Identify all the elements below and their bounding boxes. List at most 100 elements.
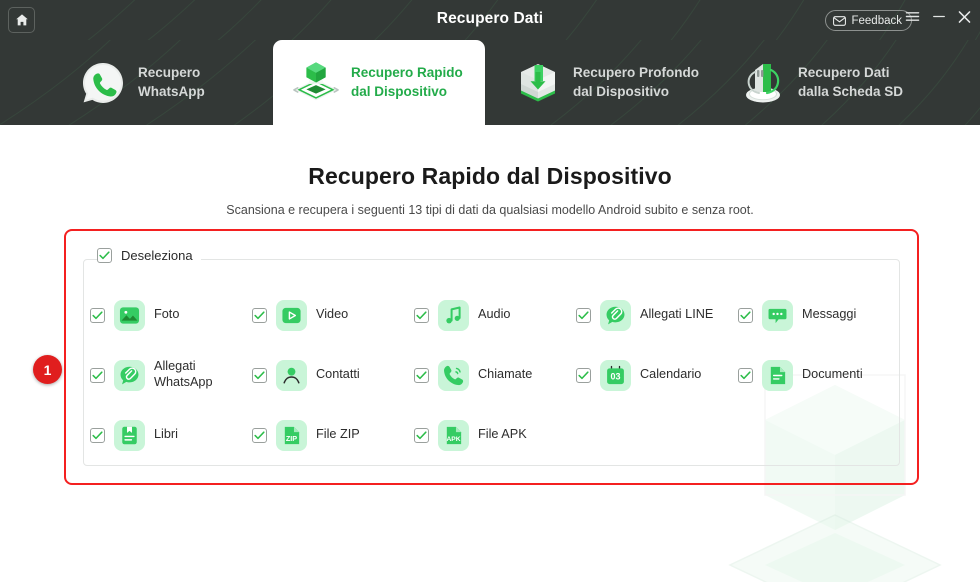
contacts-person-icon bbox=[276, 359, 307, 391]
checkbox-allegati-whatsapp[interactable] bbox=[90, 367, 105, 383]
feedback-label: Feedback bbox=[851, 14, 902, 27]
photo-icon bbox=[114, 299, 145, 331]
data-type-item-video[interactable]: Video bbox=[252, 299, 414, 331]
data-type-label: Audio bbox=[478, 307, 511, 322]
data-type-label: Chiamate bbox=[478, 367, 533, 382]
deep-recovery-box-icon bbox=[513, 58, 563, 108]
data-types-grid: Foto Video Audio Allegati LINE Messaggi … bbox=[90, 285, 900, 465]
data-type-label: File ZIP bbox=[316, 427, 360, 442]
checkmark-icon bbox=[416, 310, 427, 319]
books-icon bbox=[114, 419, 145, 451]
app-window: Recupero Dati Feedback Recupero WhatsApp… bbox=[0, 0, 980, 582]
whatsapp-phone-icon bbox=[78, 58, 128, 108]
data-type-label: Foto bbox=[154, 307, 180, 322]
checkmark-icon bbox=[740, 310, 751, 319]
page-title: Recupero Rapido dal Dispositivo bbox=[308, 163, 672, 189]
tab-recupero-rapido-dal-dispositivo[interactable]: Recupero Rapido dal Dispositivo bbox=[273, 40, 485, 125]
audio-note-icon bbox=[438, 299, 469, 331]
data-type-label: Messaggi bbox=[802, 307, 857, 322]
main-content: Recupero Rapido dal Dispositivo Scansion… bbox=[0, 125, 980, 582]
tab-label: Recupero Profondo dal Dispositivo bbox=[573, 64, 700, 99]
feedback-button[interactable]: Feedback bbox=[825, 10, 912, 31]
checkbox-file-apk[interactable] bbox=[414, 427, 429, 443]
checkbox-foto[interactable] bbox=[90, 307, 105, 323]
data-type-label: Calendario bbox=[640, 367, 702, 382]
apk-label-text: APK bbox=[446, 435, 460, 442]
data-type-item-file-apk[interactable]: APK File APK bbox=[414, 419, 576, 451]
tab-recupero-profondo-dal-dispositivo[interactable]: Recupero Profondo dal Dispositivo bbox=[495, 40, 715, 125]
sd-card-icon bbox=[738, 58, 788, 108]
menu-button[interactable] bbox=[905, 9, 920, 24]
data-type-item-file-zip[interactable]: ZIP File ZIP bbox=[252, 419, 414, 451]
title-bar: Recupero Dati Feedback bbox=[0, 0, 980, 40]
data-type-item-libri[interactable]: Libri bbox=[90, 419, 252, 451]
envelope-icon bbox=[833, 15, 847, 26]
data-types-row: Allegati WhatsApp Contatti Chiamate 03 C… bbox=[90, 345, 900, 405]
checkmark-icon bbox=[92, 310, 103, 319]
page-subtitle: Scansiona e recupera i seguenti 13 tipi … bbox=[226, 203, 754, 217]
tab-recupero-whatsapp[interactable]: Recupero WhatsApp bbox=[60, 40, 265, 125]
data-type-item-contatti[interactable]: Contatti bbox=[252, 359, 414, 391]
select-all-label: Deseleziona bbox=[121, 247, 193, 263]
tab-bar: Recupero WhatsApp Recupero Rapido dal Di… bbox=[0, 40, 980, 125]
data-type-item-messaggi[interactable]: Messaggi bbox=[738, 299, 900, 331]
checkmark-icon bbox=[416, 430, 427, 439]
checkmark-icon bbox=[578, 370, 589, 379]
data-type-item-allegati-whatsapp[interactable]: Allegati WhatsApp bbox=[90, 359, 252, 391]
data-type-label: Video bbox=[316, 307, 349, 322]
apk-file-icon: APK bbox=[438, 419, 469, 451]
line-attachment-icon bbox=[600, 299, 631, 331]
quick-recovery-cube-icon bbox=[291, 58, 341, 108]
checkmark-icon bbox=[416, 370, 427, 379]
tab-label: Recupero WhatsApp bbox=[138, 64, 205, 99]
checkbox-chiamate[interactable] bbox=[414, 367, 429, 383]
data-type-label: File APK bbox=[478, 427, 527, 442]
checkbox-libri[interactable] bbox=[90, 427, 105, 443]
checkbox-messaggi[interactable] bbox=[738, 307, 753, 323]
data-types-row: Foto Video Audio Allegati LINE Messaggi bbox=[90, 285, 900, 345]
data-type-item-audio[interactable]: Audio bbox=[414, 299, 576, 331]
checkbox-calendario[interactable] bbox=[576, 367, 591, 383]
documents-icon bbox=[762, 359, 793, 391]
calendar-icon: 03 bbox=[600, 359, 631, 391]
data-type-item-allegati-line[interactable]: Allegati LINE bbox=[576, 299, 738, 331]
minimize-button[interactable] bbox=[931, 9, 946, 24]
data-types-row: Libri ZIP File ZIP APK File APK bbox=[90, 405, 900, 465]
checkmark-icon bbox=[254, 370, 265, 379]
tab-label: Recupero Rapido dal Dispositivo bbox=[351, 64, 463, 99]
select-all-checkbox[interactable] bbox=[97, 247, 112, 263]
hamburger-menu-icon bbox=[905, 12, 920, 21]
data-type-label: Allegati LINE bbox=[640, 307, 714, 322]
checkbox-documenti[interactable] bbox=[738, 367, 753, 383]
select-all-row[interactable]: Deseleziona bbox=[97, 245, 201, 265]
data-type-item-foto[interactable]: Foto bbox=[90, 299, 252, 331]
window-controls bbox=[905, 9, 972, 24]
data-type-item-documenti[interactable]: Documenti bbox=[738, 359, 900, 391]
checkbox-audio[interactable] bbox=[414, 307, 429, 323]
checkmark-icon bbox=[578, 310, 589, 319]
checkmark-icon bbox=[254, 310, 265, 319]
data-type-label: Libri bbox=[154, 427, 178, 442]
checkbox-contatti[interactable] bbox=[252, 367, 267, 383]
calls-phone-icon bbox=[438, 359, 469, 391]
checkbox-video[interactable] bbox=[252, 307, 267, 323]
close-icon bbox=[958, 10, 971, 23]
data-type-item-calendario[interactable]: 03 Calendario bbox=[576, 359, 738, 391]
whatsapp-attachment-icon bbox=[114, 359, 145, 391]
calendar-day-text: 03 bbox=[611, 371, 621, 381]
checkmark-icon bbox=[92, 430, 103, 439]
annotation-badge-1: 1 bbox=[33, 355, 62, 384]
tab-recupero-dati-dalla-scheda-sd[interactable]: Recupero Dati dalla Scheda SD bbox=[720, 40, 950, 125]
messages-bubble-icon bbox=[762, 299, 793, 331]
zip-label-text: ZIP bbox=[286, 433, 297, 442]
checkbox-file-zip[interactable] bbox=[252, 427, 267, 443]
tab-label: Recupero Dati dalla Scheda SD bbox=[798, 64, 904, 99]
data-type-label: Documenti bbox=[802, 367, 863, 382]
data-type-label: Contatti bbox=[316, 367, 360, 382]
video-play-icon bbox=[276, 299, 307, 331]
close-button[interactable] bbox=[957, 9, 972, 24]
checkmark-icon bbox=[92, 370, 103, 379]
data-type-item-chiamate[interactable]: Chiamate bbox=[414, 359, 576, 391]
checkmark-icon bbox=[740, 370, 751, 379]
checkbox-allegati-line[interactable] bbox=[576, 307, 591, 323]
